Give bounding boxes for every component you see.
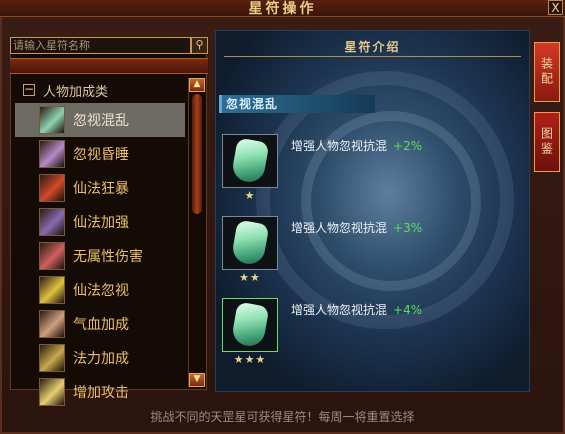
- list-item[interactable]: 忽视昏睡: [15, 137, 185, 171]
- rank-stars: ★★★: [233, 353, 267, 366]
- shield-icon: [230, 219, 270, 267]
- collapse-icon[interactable]: −: [23, 83, 35, 96]
- star-talisman-icon: [39, 310, 65, 338]
- side-tabs: 装配 图鉴: [534, 42, 562, 182]
- star-talisman-icon: [39, 140, 65, 168]
- list-item[interactable]: 仙法狂暴: [15, 171, 185, 205]
- rank-bonus: +4%: [393, 303, 423, 317]
- rank-icon-slot[interactable]: [222, 216, 278, 270]
- rank-bonus: +2%: [393, 139, 423, 153]
- list-item[interactable]: 仙法忽视: [15, 273, 185, 307]
- shield-icon: [230, 137, 270, 185]
- list-item-label: 气血加成: [73, 317, 129, 333]
- title-bar: 星符操作 X: [0, 0, 565, 17]
- list-item-label: 忽视昏睡: [73, 147, 129, 163]
- close-button[interactable]: X: [548, 0, 563, 15]
- rank-description: 增强人物忽视抗混 +4%: [291, 301, 422, 318]
- list-item[interactable]: 无属性伤害: [15, 239, 185, 273]
- list-item-label: 法力加成: [73, 351, 129, 367]
- star-talisman-icon: [39, 344, 65, 372]
- star-talisman-icon: [39, 242, 65, 270]
- scroll-thumb[interactable]: [192, 94, 202, 214]
- star-talisman-icon: [39, 106, 65, 134]
- list-item-label: 仙法狂暴: [73, 181, 129, 197]
- scroll-up-button[interactable]: ▲: [189, 78, 205, 92]
- rank-effect: 增强人物忽视抗混: [291, 139, 388, 153]
- rank-icon-slot[interactable]: [222, 298, 278, 352]
- footer-hint: 挑战不同的天罡星可获得星符！每周一将重置选择: [150, 410, 415, 424]
- list-item[interactable]: 增加攻击: [15, 375, 185, 409]
- star-talisman-icon: [39, 174, 65, 202]
- category-row[interactable]: − 人物加成类: [23, 80, 108, 100]
- title-divider: [224, 56, 521, 57]
- search-button[interactable]: ⚲: [191, 37, 208, 54]
- rank-bonus: +3%: [393, 221, 423, 235]
- rank-icon-slot[interactable]: [222, 134, 278, 188]
- list-item-label: 忽视混乱: [73, 113, 129, 129]
- shield-icon: [230, 301, 270, 349]
- panel-title: 星符介绍: [344, 40, 401, 54]
- selected-star-banner: 忽视混乱: [219, 95, 375, 113]
- rank-effect: 增强人物忽视抗混: [291, 303, 388, 317]
- rank-effect: 增强人物忽视抗混: [291, 221, 388, 235]
- list-item-label: 增加攻击: [73, 385, 129, 401]
- star-talisman-icon: [39, 378, 65, 406]
- tab-codex[interactable]: 图鉴: [534, 112, 560, 172]
- search-input[interactable]: 请输入星符名称: [10, 37, 191, 54]
- search-icon: ⚲: [195, 38, 204, 51]
- list-item-label: 仙法加强: [73, 215, 129, 231]
- list-item[interactable]: 气血加成: [15, 307, 185, 341]
- window-title: 星符操作: [248, 1, 317, 17]
- category-label: 人物加成类: [43, 84, 109, 100]
- list-item[interactable]: 仙法加强: [15, 205, 185, 239]
- list-item[interactable]: 忽视混乱: [15, 103, 185, 137]
- star-intro-panel: 星符介绍 忽视混乱 ★ 增强人物忽视抗混 +2% ★★ 增强人物忽视抗混 +3% ★★★ 增强…: [215, 30, 530, 392]
- list-header-divider: [10, 58, 208, 74]
- rank-stars: ★: [244, 189, 256, 202]
- scroll-down-button[interactable]: ▼: [189, 373, 205, 387]
- list-item-label: 无属性伤害: [73, 249, 143, 265]
- list-item-label: 仙法忽视: [73, 283, 129, 299]
- list-scrollbar[interactable]: ▲ ▼: [188, 78, 205, 387]
- star-talisman-icon: [39, 276, 65, 304]
- rank-description: 增强人物忽视抗混 +2%: [291, 137, 422, 154]
- list-item[interactable]: 法力加成: [15, 341, 185, 375]
- tab-assemble[interactable]: 装配: [534, 42, 560, 102]
- star-talisman-icon: [39, 208, 65, 236]
- rank-stars: ★★: [239, 271, 261, 284]
- rank-description: 增强人物忽视抗混 +3%: [291, 219, 422, 236]
